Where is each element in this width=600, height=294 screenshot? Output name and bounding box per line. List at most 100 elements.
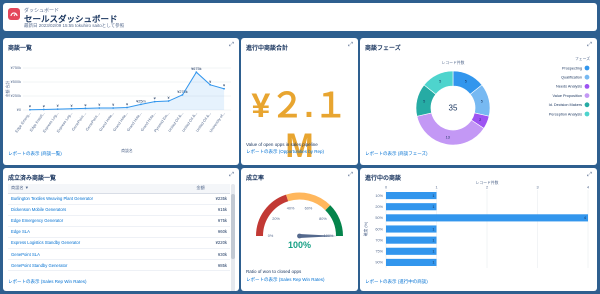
table-row[interactable]: Burlington Textiles Weaving Plant Genera…	[8, 193, 230, 205]
data-point	[56, 108, 59, 111]
y-tick-label: ¥250k	[11, 94, 21, 98]
deal-name-link[interactable]: GenePoint SLA	[8, 248, 194, 261]
deal-amount: ¥30k	[193, 248, 230, 261]
y-tick-label: 60%	[375, 227, 383, 231]
deal-name-link[interactable]: GenePoint Standby Generator	[8, 259, 194, 272]
deal-name-link[interactable]: Dickenson Mobile Generators	[8, 204, 194, 216]
expand-icon[interactable]: ⤢	[348, 42, 353, 49]
gauge-hub	[297, 233, 302, 239]
win-rate-value: 100%	[287, 240, 312, 250]
y-tick-label: 90%	[375, 261, 383, 265]
expand-icon[interactable]: ⤢	[229, 172, 234, 179]
bar	[386, 203, 437, 211]
view-report-link[interactable]: レポートの表示 (Sales Rep Win Rates)	[8, 279, 87, 285]
data-point	[29, 108, 31, 111]
data-label: ¥	[126, 102, 129, 106]
legend-label: Prospecting	[562, 66, 582, 70]
deal-amount: ¥15k	[193, 204, 230, 216]
y-tick-label: 70%	[375, 238, 383, 242]
data-point	[42, 108, 45, 111]
legend-label: Value Proposition	[553, 94, 582, 98]
gauge-tick-label: 20%	[272, 217, 280, 221]
dashboard-icon	[8, 8, 20, 20]
data-point	[126, 106, 128, 109]
data-label: ¥25m	[136, 99, 146, 103]
table-row[interactable]: GenePoint Standby Generator ¥85k	[8, 259, 230, 272]
data-point	[70, 107, 73, 110]
column-header-amount[interactable]: 金額	[193, 184, 230, 194]
table-row[interactable]: Dickenson Mobile Generators ¥15k	[8, 204, 230, 216]
deal-amount: ¥85k	[193, 259, 230, 272]
y-tick-label: 10%	[375, 194, 383, 198]
expand-icon[interactable]: ⤢	[587, 172, 592, 179]
deal-name-link[interactable]: Burlington Textiles Weaving Plant Genera…	[8, 193, 194, 205]
data-label: ¥	[70, 104, 73, 108]
y-tick-label: ¥0	[17, 108, 21, 112]
table-scrollbar[interactable]	[231, 184, 235, 291]
legend-swatch	[584, 111, 590, 117]
x-tick-label: 4	[587, 186, 589, 190]
gauge-tick-label: 60%	[305, 207, 313, 211]
data-label: ¥	[98, 103, 101, 107]
bar	[386, 214, 588, 222]
x-tick-label: 3	[536, 186, 538, 190]
y-tick-label: ¥750k	[11, 66, 21, 70]
data-label: ¥675k	[191, 67, 201, 71]
slice-label: 5	[423, 100, 425, 104]
x-axis-label: 商談名	[121, 148, 133, 153]
deal-amount: ¥60k	[193, 226, 230, 238]
deal-name-link[interactable]: Edge Emergency Generator	[8, 215, 194, 227]
table-row[interactable]: GenePoint SLA ¥30k	[8, 248, 230, 261]
view-report-link[interactable]: レポートの表示 (商談フェーズ)	[365, 151, 428, 157]
opp-phase-panel: 商談フェーズ ⤢ レコード件数 5 5 2 13 5 5 35 フェーズ Prospecting Q…	[360, 38, 597, 165]
legend-swatch	[584, 93, 590, 98]
bar-value-label: 1	[432, 194, 434, 198]
data-point	[139, 103, 142, 106]
table-row[interactable]: Edge SLA ¥60k	[8, 226, 230, 238]
legend-label: Id. Decision Makers	[549, 103, 582, 107]
slice-label: 5	[439, 80, 441, 84]
x-tick-label: 2	[486, 186, 488, 190]
data-label: ¥	[29, 105, 32, 109]
table-row[interactable]: Edge Emergency Generator ¥75k	[8, 215, 230, 227]
expand-icon[interactable]: ⤢	[348, 172, 353, 179]
x-tick-label: University of...	[209, 111, 226, 133]
deal-amount: ¥235k	[193, 193, 230, 205]
data-label: ¥	[43, 104, 46, 108]
phase-donut-chart: レコード件数 5 5 2 13 5 5 35 フェーズ Prospecting Qualificat…	[415, 56, 590, 146]
slice-label: 13	[446, 135, 450, 139]
slice-label: 2	[479, 118, 481, 122]
view-report-link[interactable]: レポートの表示 (商談一覧)	[8, 151, 62, 157]
data-point	[167, 100, 170, 102]
panel-title: 進行中商談合計	[246, 46, 289, 52]
data-label: ¥	[112, 103, 115, 107]
scrollbar-thumb[interactable]	[231, 194, 235, 259]
data-point	[209, 83, 212, 86]
panel-title: 成立済み商談一覧	[8, 176, 57, 182]
data-point	[84, 107, 87, 110]
data-label: ¥	[84, 103, 87, 107]
legend-label: Qualification	[561, 76, 582, 80]
pipeline-note: Value of open opps in sales pipeline	[246, 142, 318, 147]
gauge-tick-label: 0%	[268, 234, 274, 238]
column-header-name[interactable]: 商談名 ▼	[8, 184, 194, 194]
data-label: ¥270k	[177, 90, 187, 94]
y-axis-label: 確度 (%)	[363, 221, 368, 236]
opps-line-chart: ¥750k¥500k¥250k¥0金額 合計¥Edge Emerg...¥Edg…	[5, 66, 231, 153]
data-label: ¥	[168, 96, 171, 100]
table-row[interactable]: Express Logistics Standby Generator ¥220k	[8, 237, 230, 249]
dashboard-subtitle: 最新日 2023/02/09 15:55 tokuhiro saitoとして参照	[24, 23, 125, 28]
bar-value-label: 1	[432, 250, 434, 254]
view-report-link[interactable]: レポートの表示 (進行中の商談)	[365, 279, 428, 285]
deal-name-link[interactable]: Express Logistics Standby Generator	[8, 237, 194, 249]
data-point	[153, 100, 156, 103]
view-report-link[interactable]: レポートの表示 (Opportunities by Rep)	[246, 149, 324, 155]
view-report-link[interactable]: レポートの表示 (Sales Rep Win Rates)	[246, 277, 325, 283]
bar	[386, 225, 437, 233]
open-deals-bar-chart: レコード件数 0 1 2 3 4 1 10% 1 20% 4 50% 1 60% 1 70% 1 75% 1 90% 確…	[363, 180, 589, 268]
donut-total: 35	[449, 104, 458, 113]
bar-value-label: 4	[584, 216, 586, 220]
bar	[386, 258, 437, 266]
panel-title: 成立率	[246, 176, 265, 182]
deal-name-link[interactable]: Edge SLA	[8, 226, 194, 238]
